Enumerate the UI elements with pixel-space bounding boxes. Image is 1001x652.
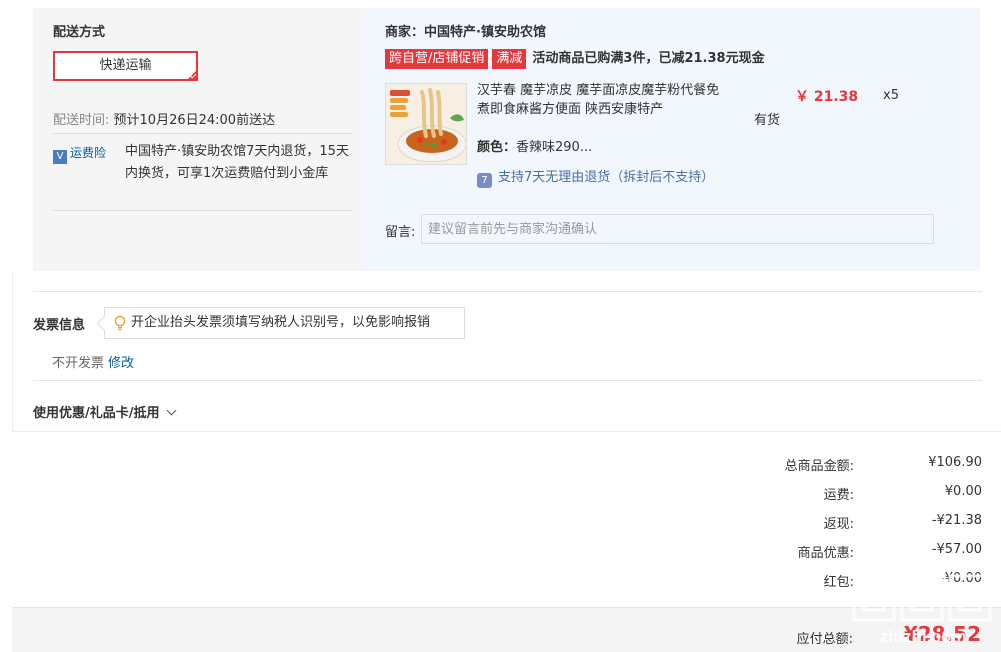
- message-label: 留言:: [385, 225, 416, 240]
- summary-row-shipping: 运费: ¥0.00: [682, 484, 982, 504]
- product-quantity: x5: [883, 88, 899, 103]
- divider: [33, 380, 982, 381]
- coupon-label: 使用优惠/礼品卡/抵用: [33, 406, 160, 421]
- summary-value: ¥106.90: [928, 455, 982, 470]
- insurance-text: 中国特产·镇安助农馆7天内退货，15天内换货，可享1次运费赔付到小金库: [125, 144, 349, 181]
- summary-value: -¥57.00: [931, 542, 982, 557]
- invoice-edit-link[interactable]: 修改: [108, 356, 134, 371]
- promo-tag-discount: 满减: [492, 49, 527, 69]
- stock-status: 有货: [754, 113, 781, 128]
- delivery-time: 配送时间: 预计10月26日24:00前送达: [53, 109, 275, 128]
- promo-tag-crossstore: 跨自营/店铺促销: [385, 49, 489, 69]
- express-shipping-option[interactable]: 快递运输: [53, 51, 198, 81]
- summary-value: -¥0.00: [940, 571, 982, 586]
- summary-row-total: 总商品金额: ¥106.90: [682, 455, 982, 475]
- summary-row-redpacket: 红包: -¥0.00: [682, 571, 982, 591]
- insurance-tag-label: 运费险: [70, 146, 107, 160]
- shipping-section: 配送方式 快递运输 配送时间: 预计10月26日24:00前送达 V 运费险 中国…: [33, 8, 363, 271]
- product-image: [386, 84, 466, 164]
- message-row: 留言:: [385, 214, 935, 244]
- product-thumbnail[interactable]: [385, 83, 467, 165]
- coupon-toggle[interactable]: 使用优惠/礼品卡/抵用: [33, 402, 176, 421]
- summary-value: ¥0.00: [944, 484, 982, 499]
- insurance-icon: V: [53, 150, 67, 164]
- delivery-time-label: 配送时间:: [53, 113, 110, 128]
- message-input[interactable]: [421, 214, 934, 244]
- lightbulb-icon: [114, 315, 126, 331]
- shipping-title: 配送方式: [53, 25, 106, 40]
- summary-label: 红包:: [823, 575, 854, 590]
- return-policy-text: 支持7天无理由退货（拆封后不支持）: [498, 170, 715, 185]
- shipping-method-label: 快递运输: [99, 58, 152, 73]
- product-name[interactable]: 汉芋春 魔芋凉皮 魔芋面凉皮魔芋粉代餐免煮即食麻酱方便面 陕西安康特产: [477, 81, 727, 119]
- promo-row: 跨自营/店铺促销 满减 活动商品已购满3件，已减21.38元现金: [385, 49, 765, 69]
- color-value: 香辣味290...: [516, 140, 593, 155]
- color-label: 颜色：: [477, 140, 517, 155]
- section-border: [12, 431, 1001, 432]
- divider: [53, 210, 353, 211]
- divider: [33, 291, 982, 292]
- shipping-order-panel: 配送方式 快递运输 配送时间: 预计10月26日24:00前送达 V 运费险 中国…: [33, 8, 980, 271]
- invoice-status: 不开发票 修改: [52, 352, 134, 371]
- summary-value: -¥21.38: [931, 513, 982, 528]
- product-price: ￥ 21.38: [795, 89, 859, 105]
- selected-check-icon: [186, 69, 198, 81]
- summary-label: 商品优惠:: [797, 546, 854, 561]
- summary-label: 返现:: [823, 517, 854, 532]
- return-policy[interactable]: 7 支持7天无理由退货（拆封后不支持）: [477, 166, 714, 188]
- merchant-name: 商家：中国特产·镇安助农馆: [385, 25, 546, 40]
- product-color: 颜色：香辣味290...: [477, 136, 592, 155]
- summary-row-discount: 商品优惠: -¥57.00: [682, 542, 982, 562]
- invoice-tip: 开企业抬头发票须填写纳税人识别号，以免影响报销: [104, 307, 465, 339]
- delivery-time-value: 预计10月26日24:00前送达: [113, 113, 276, 128]
- invoice-title: 发票信息: [33, 318, 86, 333]
- insurance-tag[interactable]: V 运费险: [53, 144, 106, 164]
- order-section: 商家：中国特产·镇安助农馆 跨自营/店铺促销 满减 活动商品已购满3件，已减21.3…: [363, 8, 980, 271]
- invoice-tip-text: 开企业抬头发票须填写纳税人识别号，以免影响报销: [131, 315, 431, 330]
- summary-label: 总商品金额:: [784, 459, 854, 474]
- payable-label: 应付总额:: [796, 632, 853, 647]
- summary-label: 运费:: [823, 488, 854, 503]
- chevron-down-icon: [166, 405, 176, 416]
- payable-bar: 应付总额: ¥28.52: [12, 607, 1001, 652]
- divider: [53, 133, 353, 134]
- payable-amount: ¥28.52: [903, 622, 981, 646]
- invoice-status-text: 不开发票: [52, 356, 105, 371]
- summary-row-cashback: 返现: -¥21.38: [682, 513, 982, 533]
- promo-text: 活动商品已购满3件，已减21.38元现金: [532, 51, 765, 66]
- section-border: [12, 271, 13, 431]
- return-policy-icon: 7: [477, 173, 492, 188]
